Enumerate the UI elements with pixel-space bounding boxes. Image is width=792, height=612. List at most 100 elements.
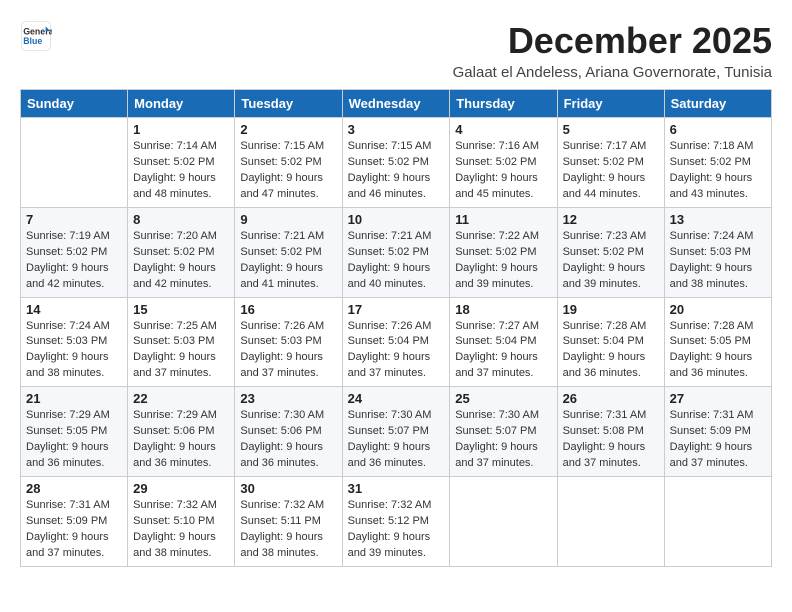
logo: General Blue xyxy=(20,20,52,52)
day-info: Sunrise: 7:15 AMSunset: 5:02 PMDaylight:… xyxy=(240,139,336,203)
table-row: 5 Sunrise: 7:17 AMSunset: 5:02 PMDaylight… xyxy=(557,118,664,208)
day-info: Sunrise: 7:21 AMSunset: 5:02 PMDaylight:… xyxy=(348,229,445,293)
day-info: Sunrise: 7:25 AMSunset: 5:03 PMDaylight:… xyxy=(133,319,229,383)
day-info: Sunrise: 7:30 AMSunset: 5:07 PMDaylight:… xyxy=(348,408,445,472)
day-number: 12 xyxy=(563,212,659,227)
logo-icon: General Blue xyxy=(20,20,52,52)
calendar-week-row: 14Sunrise: 7:24 AMSunset: 5:03 PMDayligh… xyxy=(21,297,772,387)
day-number: 14 xyxy=(26,302,122,317)
day-info: Sunrise: 7:23 AMSunset: 5:02 PMDaylight:… xyxy=(563,229,659,293)
table-row: 15 Sunrise: 7:25 AMSunset: 5:03 PMDayligh… xyxy=(128,297,235,387)
header-friday: Friday xyxy=(557,90,664,118)
day-number: 26 xyxy=(563,391,659,406)
table-row: 4 Sunrise: 7:16 AMSunset: 5:02 PMDaylight… xyxy=(450,118,557,208)
day-number: 8 xyxy=(133,212,229,227)
header-saturday: Saturday xyxy=(664,90,771,118)
svg-text:General: General xyxy=(23,26,52,36)
day-number: 31 xyxy=(348,481,445,496)
calendar-table: Sunday Monday Tuesday Wednesday Thursday… xyxy=(20,89,772,567)
day-info: Sunrise: 7:21 AMSunset: 5:02 PMDaylight:… xyxy=(240,229,336,293)
day-info: Sunrise: 7:19 AMSunset: 5:02 PMDaylight:… xyxy=(26,229,122,293)
table-row: 27Sunrise: 7:31 AMSunset: 5:09 PMDayligh… xyxy=(664,387,771,477)
header-sunday: Sunday xyxy=(21,90,128,118)
day-number: 29 xyxy=(133,481,229,496)
day-number: 22 xyxy=(133,391,229,406)
day-number: 24 xyxy=(348,391,445,406)
day-info: Sunrise: 7:18 AMSunset: 5:02 PMDaylight:… xyxy=(670,139,766,203)
day-info: Sunrise: 7:26 AMSunset: 5:03 PMDaylight:… xyxy=(240,319,336,383)
day-number: 7 xyxy=(26,212,122,227)
day-number: 25 xyxy=(455,391,551,406)
day-info: Sunrise: 7:16 AMSunset: 5:02 PMDaylight:… xyxy=(455,139,551,203)
day-number: 11 xyxy=(455,212,551,227)
table-row: 3 Sunrise: 7:15 AMSunset: 5:02 PMDaylight… xyxy=(342,118,450,208)
day-number: 13 xyxy=(670,212,766,227)
day-info: Sunrise: 7:31 AMSunset: 5:08 PMDaylight:… xyxy=(563,408,659,472)
table-row: 18Sunrise: 7:27 AMSunset: 5:04 PMDayligh… xyxy=(450,297,557,387)
day-number: 15 xyxy=(133,302,229,317)
day-info: Sunrise: 7:32 AMSunset: 5:11 PMDaylight:… xyxy=(240,498,336,562)
location-subtitle: Galaat el Andeless, Ariana Governorate, … xyxy=(453,64,772,81)
day-info: Sunrise: 7:22 AMSunset: 5:02 PMDaylight:… xyxy=(455,229,551,293)
day-info: Sunrise: 7:26 AMSunset: 5:04 PMDaylight:… xyxy=(348,319,445,383)
calendar-week-row: 7 Sunrise: 7:19 AMSunset: 5:02 PMDaylight… xyxy=(21,207,772,297)
table-row: 29Sunrise: 7:32 AMSunset: 5:10 PMDayligh… xyxy=(128,477,235,567)
day-number: 17 xyxy=(348,302,445,317)
header-tuesday: Tuesday xyxy=(235,90,342,118)
table-row: 21 Sunrise: 7:29 AMSunset: 5:05 PMDayligh… xyxy=(21,387,128,477)
table-row: 24 Sunrise: 7:30 AMSunset: 5:07 PMDayligh… xyxy=(342,387,450,477)
table-row: 11 Sunrise: 7:22 AMSunset: 5:02 PMDayligh… xyxy=(450,207,557,297)
day-number: 3 xyxy=(348,122,445,137)
table-row xyxy=(21,118,128,208)
day-info: Sunrise: 7:31 AMSunset: 5:09 PMDaylight:… xyxy=(670,408,766,472)
day-info: Sunrise: 7:17 AMSunset: 5:02 PMDaylight:… xyxy=(563,139,659,203)
day-number: 2 xyxy=(240,122,336,137)
day-info: Sunrise: 7:29 AMSunset: 5:05 PMDaylight:… xyxy=(26,408,122,472)
day-info: Sunrise: 7:28 AMSunset: 5:04 PMDaylight:… xyxy=(563,319,659,383)
day-info: Sunrise: 7:14 AMSunset: 5:02 PMDaylight:… xyxy=(133,139,229,203)
day-number: 5 xyxy=(563,122,659,137)
table-row: 23 Sunrise: 7:30 AMSunset: 5:06 PMDayligh… xyxy=(235,387,342,477)
table-row: 7 Sunrise: 7:19 AMSunset: 5:02 PMDaylight… xyxy=(21,207,128,297)
table-row: 2 Sunrise: 7:15 AMSunset: 5:02 PMDaylight… xyxy=(235,118,342,208)
day-info: Sunrise: 7:24 AMSunset: 5:03 PMDaylight:… xyxy=(670,229,766,293)
table-row: 16 Sunrise: 7:26 AMSunset: 5:03 PMDayligh… xyxy=(235,297,342,387)
day-number: 28 xyxy=(26,481,122,496)
day-number: 10 xyxy=(348,212,445,227)
table-row: 25 Sunrise: 7:30 AMSunset: 5:07 PMDayligh… xyxy=(450,387,557,477)
day-number: 16 xyxy=(240,302,336,317)
table-row xyxy=(450,477,557,567)
table-row: 31 Sunrise: 7:32 AMSunset: 5:12 PMDayligh… xyxy=(342,477,450,567)
day-info: Sunrise: 7:15 AMSunset: 5:02 PMDaylight:… xyxy=(348,139,445,203)
day-number: 20 xyxy=(670,302,766,317)
day-number: 1 xyxy=(133,122,229,137)
table-row: 12 Sunrise: 7:23 AMSunset: 5:02 PMDayligh… xyxy=(557,207,664,297)
day-info: Sunrise: 7:31 AMSunset: 5:09 PMDaylight:… xyxy=(26,498,122,562)
day-number: 4 xyxy=(455,122,551,137)
table-row: 8 Sunrise: 7:20 AMSunset: 5:02 PMDaylight… xyxy=(128,207,235,297)
table-row xyxy=(557,477,664,567)
day-number: 18 xyxy=(455,302,551,317)
day-info: Sunrise: 7:30 AMSunset: 5:06 PMDaylight:… xyxy=(240,408,336,472)
table-row: 22 Sunrise: 7:29 AMSunset: 5:06 PMDayligh… xyxy=(128,387,235,477)
day-number: 19 xyxy=(563,302,659,317)
day-info: Sunrise: 7:20 AMSunset: 5:02 PMDaylight:… xyxy=(133,229,229,293)
day-info: Sunrise: 7:28 AMSunset: 5:05 PMDaylight:… xyxy=(670,319,766,383)
svg-text:Blue: Blue xyxy=(23,36,42,46)
day-number: 23 xyxy=(240,391,336,406)
table-row: 19 Sunrise: 7:28 AMSunset: 5:04 PMDayligh… xyxy=(557,297,664,387)
day-info: Sunrise: 7:32 AMSunset: 5:12 PMDaylight:… xyxy=(348,498,445,562)
table-row: 20 Sunrise: 7:28 AMSunset: 5:05 PMDayligh… xyxy=(664,297,771,387)
table-row: 13 Sunrise: 7:24 AMSunset: 5:03 PMDayligh… xyxy=(664,207,771,297)
table-row: 6 Sunrise: 7:18 AMSunset: 5:02 PMDaylight… xyxy=(664,118,771,208)
table-row: 14Sunrise: 7:24 AMSunset: 5:03 PMDayligh… xyxy=(21,297,128,387)
calendar-week-row: 21 Sunrise: 7:29 AMSunset: 5:05 PMDayligh… xyxy=(21,387,772,477)
day-info: Sunrise: 7:30 AMSunset: 5:07 PMDaylight:… xyxy=(455,408,551,472)
table-row: 10 Sunrise: 7:21 AMSunset: 5:02 PMDayligh… xyxy=(342,207,450,297)
day-number: 21 xyxy=(26,391,122,406)
page-header: General Blue December 2025 Galaat el And… xyxy=(20,20,772,81)
day-number: 6 xyxy=(670,122,766,137)
calendar-week-row: 1 Sunrise: 7:14 AMSunset: 5:02 PMDaylight… xyxy=(21,118,772,208)
day-info: Sunrise: 7:29 AMSunset: 5:06 PMDaylight:… xyxy=(133,408,229,472)
table-row: 17 Sunrise: 7:26 AMSunset: 5:04 PMDayligh… xyxy=(342,297,450,387)
